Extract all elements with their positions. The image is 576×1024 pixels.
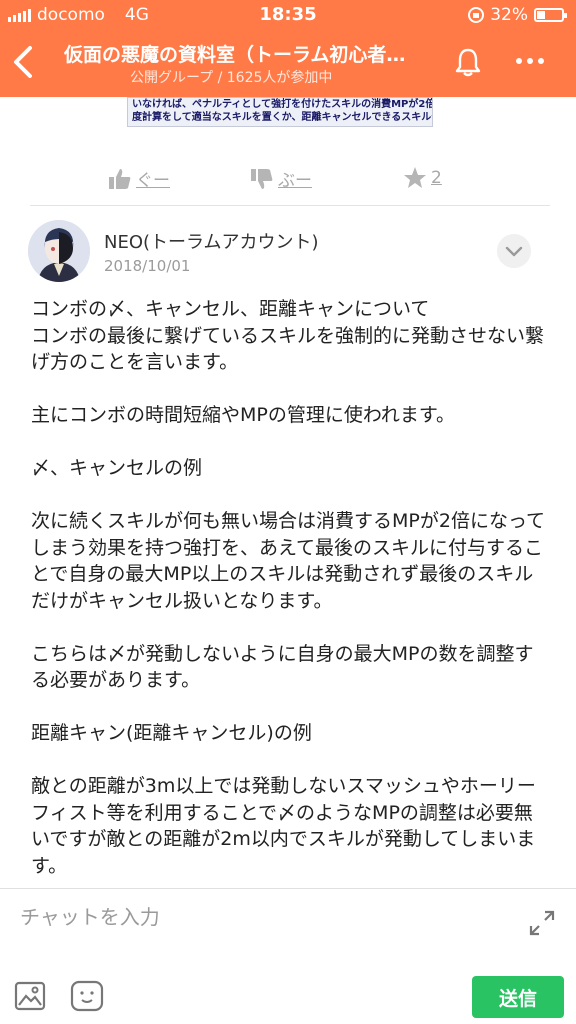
avatar[interactable]: [28, 220, 90, 282]
back-arrow-icon[interactable]: [10, 44, 40, 80]
image-icon[interactable]: [14, 981, 46, 1011]
post-paragraph: 〆、キャンセルの例: [31, 457, 203, 479]
avatar-image: [28, 220, 90, 282]
reaction-bar: ぐー ぶー 2: [0, 160, 576, 200]
post-paragraph: 次に続くスキルが何も無い場合は消費するMPが2倍になってしまう効果を持つ強打を、…: [31, 510, 545, 612]
battery-icon: [534, 8, 567, 22]
thumbs-up-icon: [109, 168, 131, 189]
post-body: コンボの〆、キャンセル、距離キャンについて コンボの最後に繋げているスキルを強制…: [31, 296, 551, 906]
battery-percent: 32%: [490, 5, 528, 25]
group-title: 仮面の悪魔の資料室（トーラム初心者…: [64, 44, 406, 66]
group-subtitle: 公開グループ / 1625人が参加中: [130, 70, 333, 86]
sticker-icon[interactable]: [70, 980, 104, 1012]
bell-icon[interactable]: [452, 46, 484, 78]
post-date: 2018/10/01: [104, 257, 191, 275]
post-paragraph: こちらは〆が発動しないように自身の最大MPの数を調整する必要があります。: [31, 642, 534, 692]
star-button[interactable]: 2: [403, 166, 442, 190]
good-button[interactable]: ぐー: [108, 166, 170, 191]
expand-icon[interactable]: [528, 909, 556, 937]
image-text-line: 度計算をして適当なスキルを置くか、距離キャンセルできるスキルや: [132, 112, 433, 123]
star-count: 2: [431, 168, 442, 188]
post-paragraph: コンボの〆、キャンセル、距離キャンについて コンボの最後に繋げているスキルを強制…: [31, 298, 545, 373]
rotation-lock-icon: [468, 7, 485, 23]
post-paragraph: 敵との距離が3m以上では発動しないスマッシュやホーリーフィスト等を利用することで…: [31, 775, 536, 877]
send-button[interactable]: 送信: [472, 976, 564, 1018]
post-paragraph: 主にコンボの時間短縮やMPの管理に使われます。: [31, 404, 456, 426]
boo-label: ぶー: [278, 171, 312, 191]
divider: [30, 205, 550, 206]
post-author[interactable]: NEO(トーラムアカウント): [104, 228, 319, 254]
thumbs-down-icon: [251, 168, 273, 189]
image-text-line: いなければ、ペナルティとして強打を付けたスキルの消費MPが2倍と: [132, 99, 433, 110]
good-label: ぐー: [136, 171, 170, 191]
more-options-icon[interactable]: [516, 58, 544, 64]
star-icon: [404, 167, 426, 188]
chevron-down-icon[interactable]: [497, 234, 531, 268]
chat-input[interactable]: チャットを入力: [20, 901, 500, 935]
boo-button[interactable]: ぶー: [250, 166, 312, 191]
app-header: docomo 4G 18:35 32% 仮面の悪魔の資料室（トーラム初心者… 公…: [0, 0, 576, 97]
post-paragraph: 距離キャン(距離キャンセル)の例: [31, 722, 312, 744]
status-bar: docomo 4G 18:35 32%: [0, 0, 576, 30]
post-image[interactable]: いなければ、ペナルティとして強打を付けたスキルの消費MPが2倍と 度計算をして適…: [127, 97, 433, 127]
